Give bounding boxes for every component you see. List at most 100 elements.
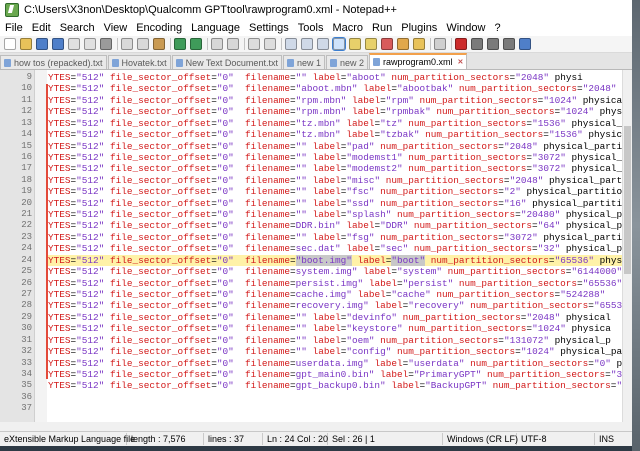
tab-new-1[interactable]: new 1 [282,55,325,69]
close-all-icon[interactable] [84,38,96,50]
redo-icon[interactable] [190,38,202,50]
close-tab-icon[interactable]: ✕ [458,58,464,66]
save-all-icon[interactable] [52,38,64,50]
record-macro-icon[interactable] [455,38,467,50]
code-line[interactable]: 34 YTES="512" file_sector_offset="0" file… [21,369,632,380]
tab-hovatek-txt[interactable]: Hovatek.txt [107,55,171,69]
line-number: 16 [21,151,32,162]
code-line[interactable]: 23 YTES="512" file_sector_offset="0" file… [21,232,632,243]
xml-attribute-value: "512" [76,220,105,232]
code-line[interactable]: 35 YTES="512" file_sector_offset="0" file… [21,380,632,391]
vertical-scrollbar-thumb[interactable] [624,126,631,274]
vertical-scrollbar[interactable] [622,70,632,422]
indent-guide-icon[interactable] [349,38,361,50]
code-line[interactable]: 29 YTES="512" file_sector_offset="0" file… [21,311,632,323]
code-line[interactable]: 13 YTES="512" file_sector_offset="0" file… [21,118,632,129]
replace-icon[interactable] [227,38,239,50]
code-editor[interactable]: 9 YTES="512" file_sector_offset="0" filen… [0,70,632,422]
menu-help[interactable]: ? [489,20,504,36]
xml-attribute-value: "2048" [526,311,561,323]
menu-search[interactable]: Search [55,20,99,36]
doc-map-icon[interactable] [381,38,393,50]
code-line[interactable]: 14 YTES="512" file_sector_offset="0" file… [21,129,632,140]
zoom-out-icon[interactable] [264,38,276,50]
code-line[interactable]: 16 YTES="512" file_sector_offset="0" file… [21,151,632,163]
document-icon [329,58,337,67]
code-line[interactable]: 11 YTES="512" file_sector_offset="0" file… [21,94,632,106]
menu-encoding[interactable]: Encoding [131,20,186,36]
tab-new-2[interactable]: new 2 [325,55,369,69]
code-line[interactable]: 33 YTES="512" file_sector_offset="0" file… [21,358,632,369]
code-line[interactable]: 10 YTES="512" file_sector_offset="0" file… [21,83,632,94]
notepadpp-app-icon[interactable] [5,3,19,17]
code-line[interactable]: 22 YTES="512" file_sector_offset="0" file… [21,220,632,232]
code-line[interactable]: 37 [21,403,632,414]
folder-as-workspace-icon[interactable] [413,38,425,50]
code-line[interactable]: 19 YTES="512" file_sector_offset="0" file… [21,186,632,197]
status-length: length : 7,576 [127,433,204,445]
close-icon[interactable] [68,38,80,50]
xml-attribute-value: "modemst1" [346,151,403,163]
code-line[interactable]: 17 YTES="512" file_sector_offset="0" file… [21,163,632,174]
sync-vertical-icon[interactable] [285,38,297,50]
show-all-chars-icon[interactable] [332,37,346,51]
open-file-icon[interactable] [20,38,32,50]
title-bar[interactable]: C:\Users\X3non\Desktop\Qualcomm GPTtool\… [0,0,632,20]
code-line[interactable]: 25 YTES="512" file_sector_offset="0" file… [21,266,632,277]
code-line[interactable]: 27 YTES="512" file_sector_offset="0" file… [21,289,632,300]
tab-how-tos-repacked-txt[interactable]: how tos (repacked).txt [0,55,107,69]
xml-attribute-name: label [351,94,381,106]
find-icon[interactable] [211,38,223,50]
menu-window[interactable]: Window [441,20,489,36]
stop-record-icon[interactable] [471,38,483,50]
xml-attribute-value: "2048" [515,72,549,83]
monitoring-icon[interactable] [434,38,446,50]
menu-file[interactable]: File [0,20,27,36]
menu-tools[interactable]: Tools [293,20,328,36]
code-line[interactable]: 9 YTES="512" file_sector_offset="0" filen… [27,72,632,83]
status-eol-format[interactable]: Windows (CR LF) [443,433,518,445]
save-icon[interactable] [36,38,48,50]
save-macro-icon[interactable] [519,38,531,50]
code-line[interactable]: 28 YTES="512" file_sector_offset="0" file… [21,300,632,311]
menu-view[interactable]: View [99,20,132,36]
code-line[interactable]: 21 YTES="512" file_sector_offset="0" file… [21,209,632,220]
code-line[interactable]: 20 YTES="512" file_sector_offset="0" file… [21,198,632,209]
paste-icon[interactable] [153,38,165,50]
code-text-area[interactable]: 9 YTES="512" file_sector_offset="0" filen… [21,72,632,415]
tab-new-text-document-txt[interactable]: New Text Document.txt [171,55,282,69]
code-line[interactable]: 15 YTES="512" file_sector_offset="0" file… [21,141,632,152]
code-line[interactable]: 32 YTES="512" file_sector_offset="0" file… [21,346,632,357]
word-wrap-icon[interactable] [317,38,329,50]
run-macro-multiple-icon[interactable] [503,38,515,50]
print-icon[interactable] [100,38,112,50]
copy-icon[interactable] [137,38,149,50]
function-list-icon[interactable] [397,38,409,50]
status-insert-mode[interactable]: INS [595,433,631,445]
xml-attribute-name: filename [245,254,291,266]
menu-language[interactable]: Language [186,20,244,36]
current-line[interactable]: 24 YTES="512" file_sector_offset="0" file… [21,254,632,267]
menu-edit[interactable]: Edit [27,20,55,36]
code-line[interactable]: 31 YTES="512" file_sector_offset="0" file… [21,335,632,346]
playback-macro-icon[interactable] [487,38,499,50]
cut-icon[interactable] [121,38,133,50]
new-file-icon[interactable] [4,38,16,50]
user-language-icon[interactable] [365,38,377,50]
code-line[interactable]: 30 YTES="512" file_sector_offset="0" file… [21,323,632,334]
menu-run[interactable]: Run [367,20,396,36]
code-line[interactable]: 12 YTES="512" file_sector_offset="0" file… [21,106,632,117]
sync-horizontal-icon[interactable] [301,38,313,50]
menu-macro[interactable]: Macro [327,20,367,36]
zoom-in-icon[interactable] [248,38,260,50]
tab-rawprogram0-xml[interactable]: rawprogram0.xml ✕ [369,53,468,69]
code-line[interactable]: 18 YTES="512" file_sector_offset="0" file… [21,175,632,186]
status-encoding[interactable]: UTF-8 [517,433,595,445]
code-line[interactable]: 26 YTES="512" file_sector_offset="0" file… [21,278,632,289]
code-line[interactable]: 36 [21,392,632,403]
code-line[interactable]: 24 YTES="512" file_sector_offset="0" file… [21,243,632,254]
menu-plugins[interactable]: Plugins [396,20,441,36]
menu-settings[interactable]: Settings [244,20,293,36]
undo-icon[interactable] [174,38,186,50]
